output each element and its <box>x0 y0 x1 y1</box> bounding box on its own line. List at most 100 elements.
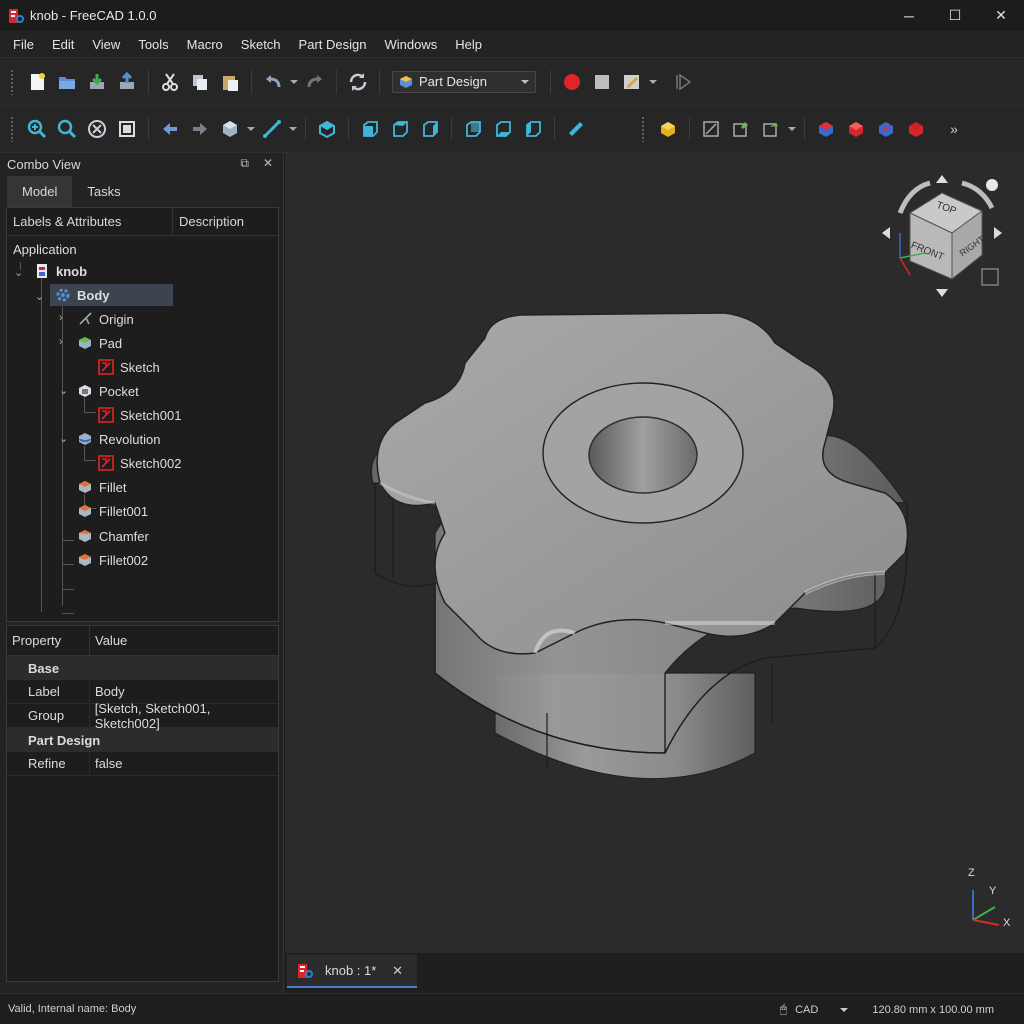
menu-view[interactable]: View <box>83 37 129 52</box>
menu-sketch[interactable]: Sketch <box>232 37 290 52</box>
3d-viewport[interactable]: TOP FRONT RIGHT Z Y X <box>285 153 1024 953</box>
tree-item-sketch001[interactable]: Sketch001 <box>98 404 181 426</box>
tree-item-fillet[interactable]: Fillet <box>77 476 126 498</box>
create-body-icon[interactable] <box>653 114 683 144</box>
tree-item-document[interactable]: knob <box>34 260 87 282</box>
save-as-icon[interactable] <box>112 67 142 97</box>
measure-dropdown-icon[interactable] <box>289 127 297 131</box>
property-row-refine[interactable]: Refine false <box>7 752 278 776</box>
menu-edit[interactable]: Edit <box>43 37 83 52</box>
cut-icon[interactable] <box>155 67 185 97</box>
menu-part-design[interactable]: Part Design <box>290 37 376 52</box>
create-sketch-icon[interactable] <box>696 114 726 144</box>
refresh-icon[interactable] <box>343 67 373 97</box>
view-front-icon[interactable] <box>355 114 385 144</box>
macro-dropdown-icon[interactable] <box>649 79 657 84</box>
attach-sketch-icon[interactable] <box>756 114 786 144</box>
undo-dropdown-icon[interactable] <box>290 79 298 84</box>
menu-macro[interactable]: Macro <box>178 37 232 52</box>
toolbar-grip[interactable] <box>10 116 14 142</box>
property-value[interactable]: false <box>90 752 122 775</box>
validate-sketch-icon[interactable] <box>726 114 756 144</box>
chevron-right-icon[interactable]: › <box>59 312 63 324</box>
property-row-group[interactable]: Group [Sketch, Sketch001, Sketch002] <box>7 701 278 731</box>
std-views-dropdown-icon[interactable] <box>247 127 255 131</box>
groove-icon[interactable] <box>901 114 931 144</box>
float-panel-icon[interactable]: ⧉ <box>240 156 249 171</box>
chevron-down-icon[interactable]: ⌄ <box>59 432 68 445</box>
tree-column-labels[interactable]: Labels & Attributes <box>7 208 173 235</box>
view-left-icon[interactable] <box>518 114 548 144</box>
document-tab-knob[interactable]: knob : 1* ✕ <box>287 955 417 988</box>
navigation-style-dropdown-icon[interactable] <box>840 1007 849 1012</box>
tree-item-sketch002[interactable]: Sketch002 <box>98 452 181 474</box>
execute-macro-icon[interactable] <box>669 67 699 97</box>
view-bottom-icon[interactable] <box>488 114 518 144</box>
pad-icon[interactable] <box>811 114 841 144</box>
forward-arrow-icon[interactable] <box>185 114 215 144</box>
property-column[interactable]: Property <box>7 626 90 655</box>
tree-item-fillet002[interactable]: Fillet002 <box>77 549 148 571</box>
property-value[interactable]: [Sketch, Sketch001, Sketch002] <box>90 701 278 731</box>
close-tab-icon[interactable]: ✕ <box>392 963 403 979</box>
stop-macro-icon[interactable] <box>587 67 617 97</box>
tree-item-origin[interactable]: Origin <box>77 308 134 330</box>
chevron-down-icon[interactable]: ⌄ <box>14 266 23 279</box>
close-button[interactable]: ✕ <box>978 0 1024 31</box>
toolbar-grip[interactable] <box>641 116 645 142</box>
property-group-part-design[interactable]: Part Design <box>7 728 278 752</box>
open-document-icon[interactable] <box>52 67 82 97</box>
chevron-down-icon[interactable]: ⌄ <box>35 290 44 303</box>
tree-item-sketch[interactable]: Sketch <box>98 356 160 378</box>
toolbar-overflow-icon[interactable]: » <box>939 114 969 144</box>
property-group-base[interactable]: Base <box>7 656 278 680</box>
maximize-button[interactable]: ☐ <box>932 0 978 31</box>
tree-item-pad[interactable]: Pad <box>77 332 122 354</box>
document-icon <box>34 263 50 279</box>
save-document-icon[interactable] <box>82 67 112 97</box>
menu-help[interactable]: Help <box>446 37 491 52</box>
tree-column-description[interactable]: Description <box>173 208 244 235</box>
toolbar-grip[interactable] <box>10 68 14 95</box>
measure-distance-icon[interactable] <box>561 114 591 144</box>
view-right-icon[interactable] <box>415 114 445 144</box>
tree-item-chamfer[interactable]: Chamfer <box>77 525 149 547</box>
new-document-icon[interactable] <box>22 67 52 97</box>
menu-windows[interactable]: Windows <box>375 37 446 52</box>
macro-editor-icon[interactable] <box>617 67 647 97</box>
record-macro-icon[interactable] <box>557 67 587 97</box>
navigation-style[interactable]: CAD <box>795 1004 818 1016</box>
sketch-dropdown-icon[interactable] <box>788 127 796 131</box>
view-isometric-icon[interactable] <box>312 114 342 144</box>
std-views-icon[interactable] <box>215 114 245 144</box>
pocket-icon[interactable] <box>871 114 901 144</box>
chevron-down-icon[interactable]: ⌄ <box>59 384 68 397</box>
measure-icon[interactable] <box>257 114 287 144</box>
view-rear-icon[interactable] <box>458 114 488 144</box>
draw-style-icon[interactable] <box>82 114 112 144</box>
close-panel-icon[interactable]: ✕ <box>263 156 273 171</box>
fit-selection-icon[interactable] <box>52 114 82 144</box>
back-arrow-icon[interactable] <box>155 114 185 144</box>
undo-icon[interactable] <box>258 67 288 97</box>
copy-icon[interactable] <box>185 67 215 97</box>
tree-item-body[interactable]: Body <box>50 284 173 306</box>
chevron-right-icon[interactable]: › <box>59 336 63 348</box>
view-top-icon[interactable] <box>385 114 415 144</box>
redo-icon[interactable] <box>300 67 330 97</box>
tree-item-pocket[interactable]: Pocket <box>77 380 139 402</box>
tree-item-fillet001[interactable]: Fillet001 <box>77 500 148 522</box>
fit-all-icon[interactable] <box>22 114 52 144</box>
tree-item-revolution[interactable]: Revolution <box>77 428 160 450</box>
menu-file[interactable]: File <box>4 37 43 52</box>
revolution-icon[interactable] <box>841 114 871 144</box>
tab-tasks[interactable]: Tasks <box>72 176 135 207</box>
navigation-cube[interactable]: TOP FRONT RIGHT <box>870 163 1020 303</box>
bounding-box-icon[interactable] <box>112 114 142 144</box>
value-column[interactable]: Value <box>90 626 127 655</box>
menu-tools[interactable]: Tools <box>129 37 177 52</box>
tab-model[interactable]: Model <box>7 176 73 207</box>
paste-icon[interactable] <box>215 67 245 97</box>
workbench-selector[interactable]: Part Design <box>392 70 536 93</box>
minimize-button[interactable]: ─ <box>886 0 932 31</box>
